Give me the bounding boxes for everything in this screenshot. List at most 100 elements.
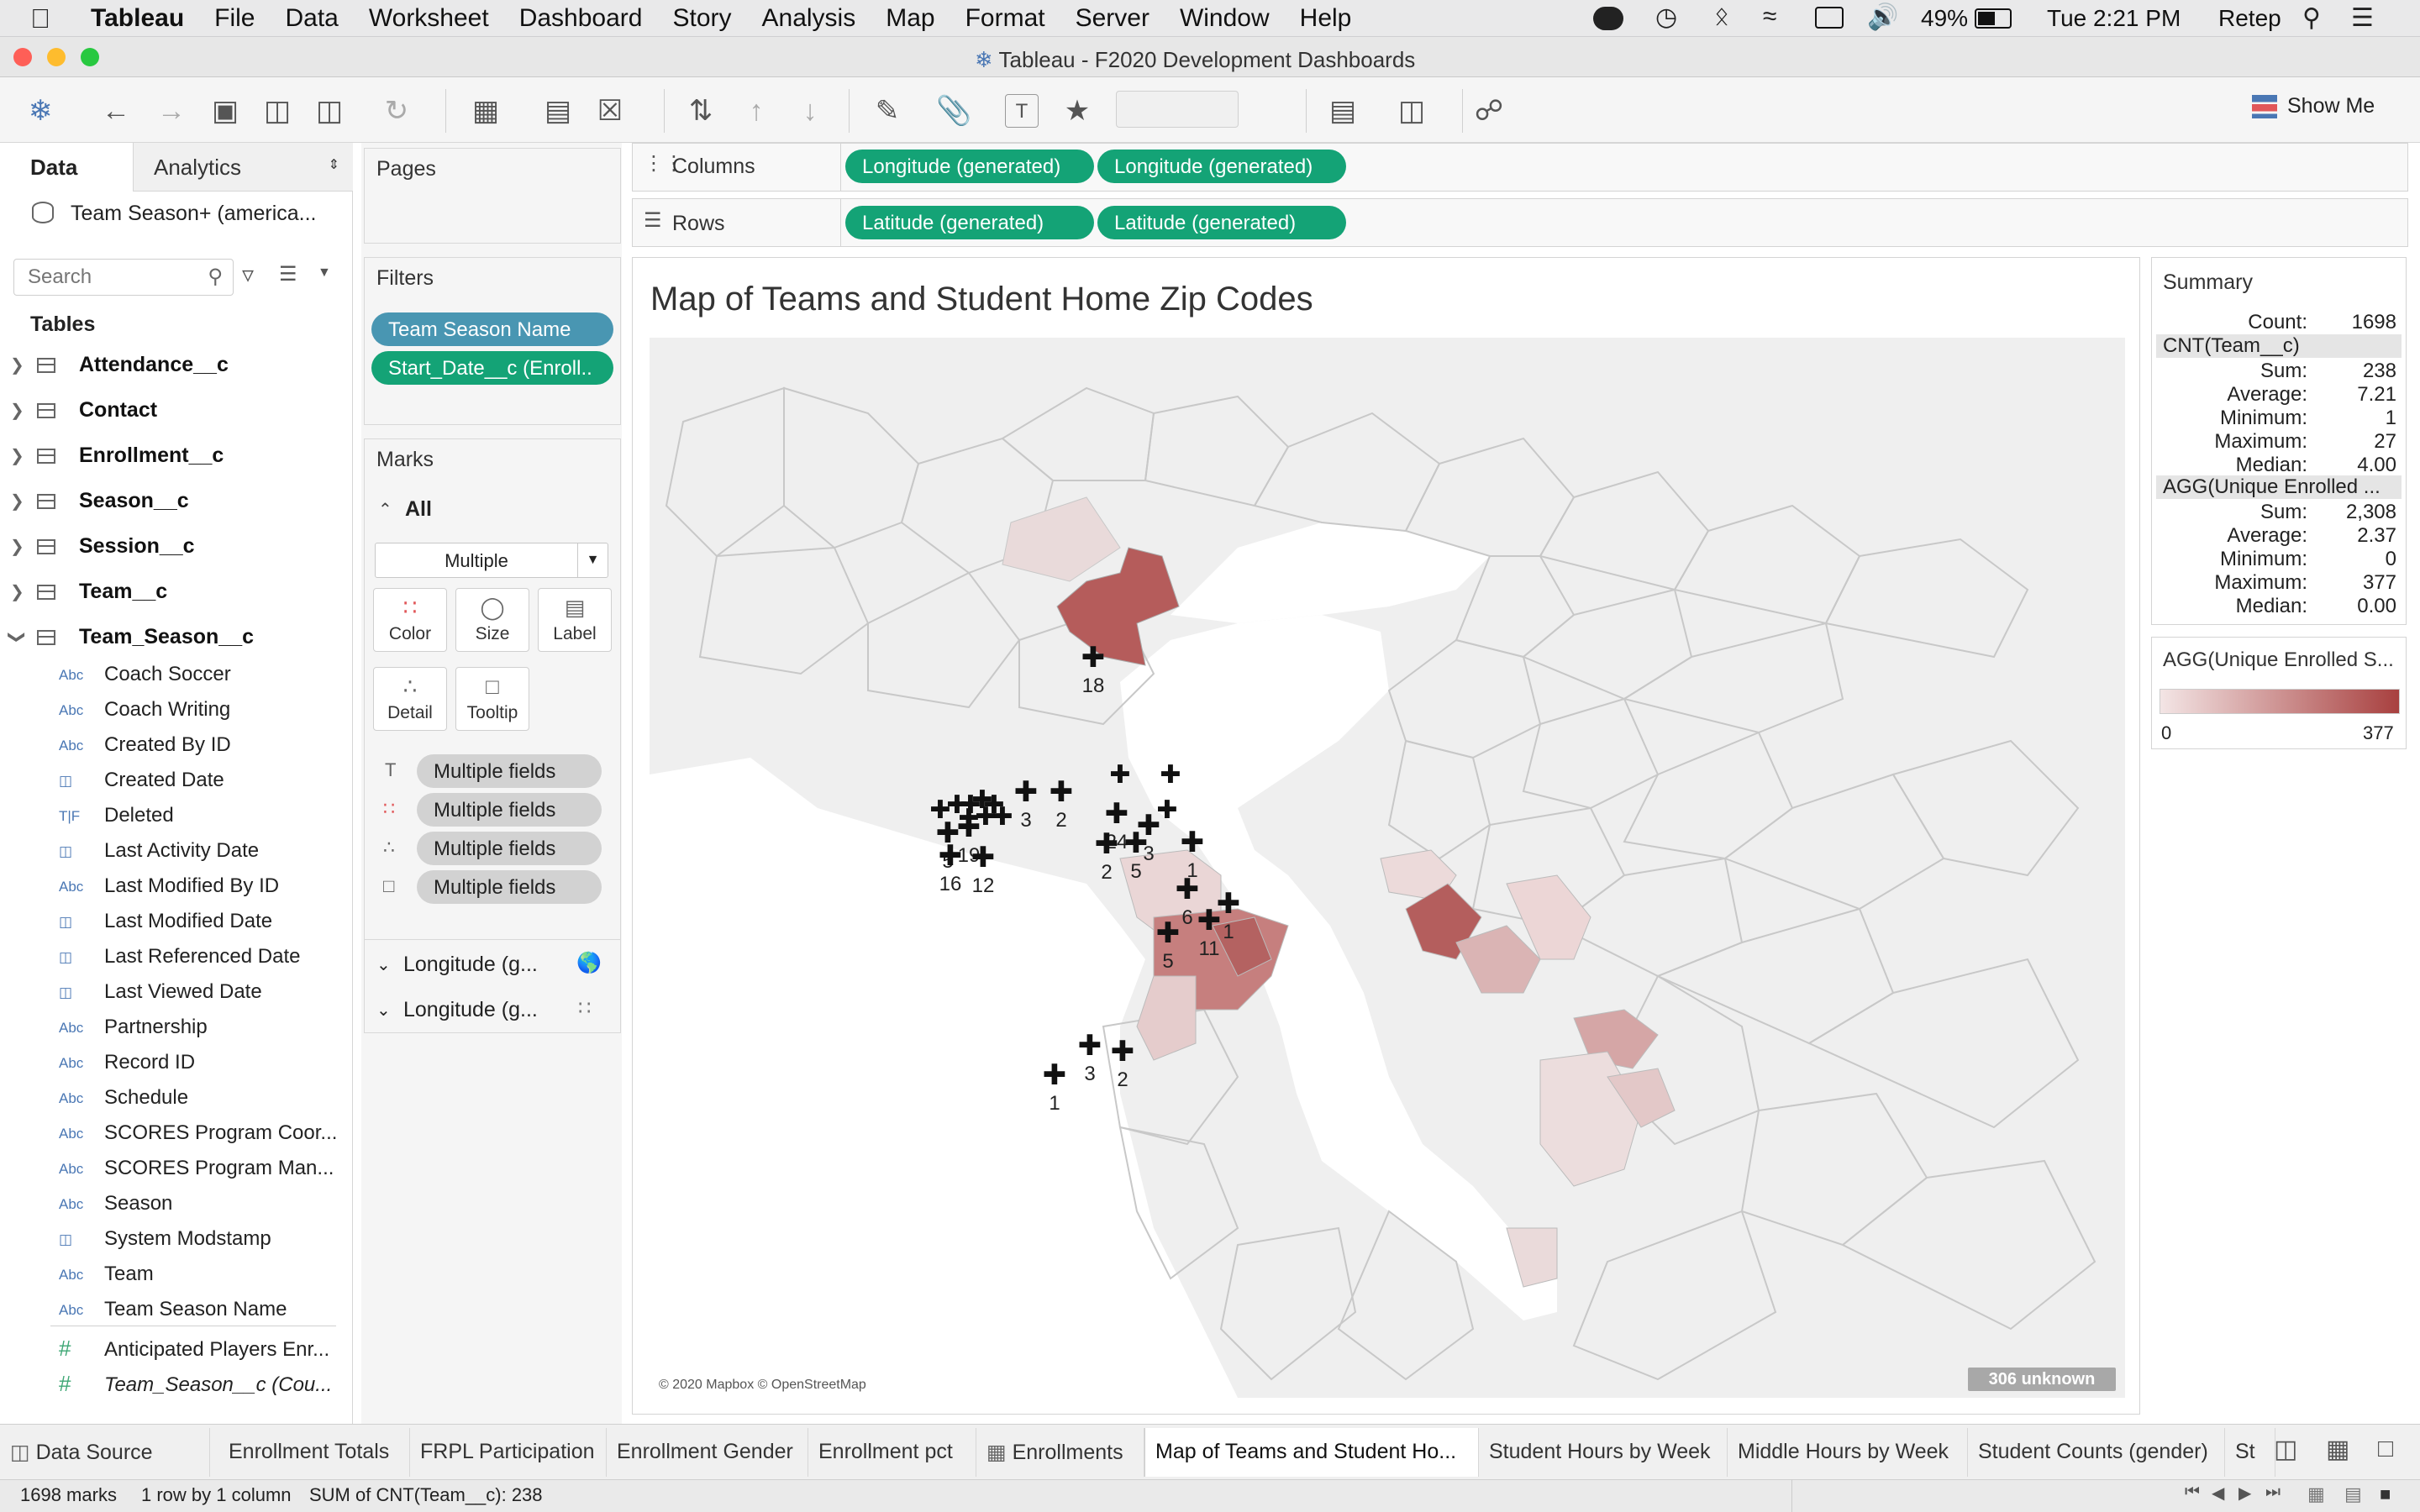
team-marker-cross-icon[interactable]: ✚: [1078, 1029, 1102, 1063]
team-marker-cross-icon[interactable]: ✚: [1176, 873, 1200, 906]
tab-enrollment-pct[interactable]: Enrollment pct: [808, 1428, 976, 1477]
menu-app-name[interactable]: Tableau: [91, 4, 184, 33]
table-item-attendance[interactable]: ❯ Attendance__c: [0, 348, 353, 383]
wifi-icon[interactable]: ≈: [1763, 3, 1776, 31]
table-item-season[interactable]: ❯ Season__c: [0, 484, 353, 519]
field-item[interactable]: Abc Team: [0, 1257, 353, 1292]
team-marker-cross-icon[interactable]: ✚: [1111, 1035, 1135, 1068]
field-item[interactable]: ◫ System Modstamp: [0, 1221, 353, 1257]
team-marker-cross-icon[interactable]: ✚: [1156, 795, 1177, 825]
marks-field-pill[interactable]: Multiple fields: [417, 793, 602, 827]
share-icon[interactable]: ☍: [1472, 94, 1506, 128]
field-item[interactable]: # Anticipated Players Enr...: [0, 1332, 353, 1368]
fix-axes-icon[interactable]: ★: [1060, 94, 1094, 128]
window-close-button[interactable]: [13, 48, 32, 66]
redo-icon[interactable]: →: [155, 94, 188, 128]
team-marker-cross-icon[interactable]: ✚: [1014, 775, 1039, 809]
fit-dropdown[interactable]: [1116, 91, 1239, 128]
rows-pill-1[interactable]: Latitude (generated): [845, 206, 1094, 239]
highlight-icon[interactable]: ✎: [871, 94, 904, 128]
table-item-session[interactable]: ❯ Session__c: [0, 529, 353, 564]
team-marker-cross-icon[interactable]: ✚: [1197, 904, 1222, 937]
new-story-tab-icon[interactable]: □: [2378, 1435, 2393, 1463]
field-item[interactable]: ◫ Last Activity Date: [0, 833, 353, 869]
new-worksheet-icon[interactable]: ▦: [469, 94, 502, 128]
field-item[interactable]: Abc SCORES Program Man...: [0, 1151, 353, 1186]
tabs-view-icon[interactable]: ■: [2380, 1483, 2391, 1505]
filter-pill-start-date[interactable]: Start_Date__c (Enroll..: [371, 351, 613, 385]
team-marker[interactable]: ✚18: [1081, 641, 1106, 697]
menu-data[interactable]: Data: [285, 4, 338, 33]
field-item[interactable]: Abc Team Season Name: [0, 1292, 353, 1327]
expand-chevron-icon[interactable]: ❯: [10, 354, 24, 375]
marks-detail-button[interactable]: ∴ Detail: [373, 667, 447, 731]
show-cards-icon[interactable]: ▤: [1326, 94, 1360, 128]
expand-chevron-icon[interactable]: ❯: [10, 445, 24, 466]
menu-worksheet[interactable]: Worksheet: [369, 4, 489, 33]
marks-color-button[interactable]: ∷ Color: [373, 588, 447, 652]
team-marker-cross-icon[interactable]: ✚: [1156, 916, 1181, 950]
marks-layer-1[interactable]: Longitude (g...: [403, 953, 538, 977]
tab-enrollment-gender[interactable]: Enrollment Gender: [607, 1428, 808, 1477]
show-mark-labels-icon[interactable]: T: [1005, 94, 1039, 128]
search-field[interactable]: ⚲: [13, 259, 234, 296]
first-page-icon[interactable]: ⏮: [2185, 1483, 2200, 1502]
field-item[interactable]: ◫ Last Viewed Date: [0, 974, 353, 1010]
menu-dashboard[interactable]: Dashboard: [519, 4, 643, 33]
tab-enrollments[interactable]: ▦ Enrollments: [976, 1428, 1144, 1477]
field-item[interactable]: T|F Deleted: [0, 798, 353, 833]
table-item-team-season[interactable]: ❯ Team_Season__c: [0, 620, 353, 655]
menu-analysis[interactable]: Analysis: [762, 4, 856, 33]
time-machine-icon[interactable]: ◷: [1655, 3, 1677, 32]
team-marker-cross-icon[interactable]: ✚: [1124, 827, 1149, 860]
menu-file[interactable]: File: [214, 4, 255, 33]
team-marker[interactable]: ✚16: [939, 839, 963, 895]
menu-window[interactable]: Window: [1180, 4, 1270, 33]
field-item[interactable]: Abc Coach Writing: [0, 692, 353, 727]
menubar-user[interactable]: Retep: [2218, 5, 2281, 32]
keyboard-input-icon[interactable]: [1815, 7, 1844, 29]
tab-student-counts-gender[interactable]: Student Counts (gender): [1968, 1428, 2225, 1477]
menu-map[interactable]: Map: [886, 4, 934, 33]
marks-all-label[interactable]: All: [405, 497, 432, 522]
presentation-mode-icon[interactable]: ◫: [1395, 94, 1428, 128]
marks-label-button[interactable]: ▤ Label: [538, 588, 612, 652]
new-datasource-icon[interactable]: ◫: [260, 94, 294, 128]
view-options-chevron-icon[interactable]: ▼: [318, 265, 331, 281]
window-zoom-button[interactable]: [81, 48, 99, 66]
team-marker-cross-icon[interactable]: ✚: [1095, 827, 1119, 861]
marks-field-pill[interactable]: Multiple fields: [417, 754, 602, 788]
tab-map-of-teams[interactable]: Map of Teams and Student Ho...: [1144, 1428, 1479, 1477]
team-marker-cross-icon[interactable]: ✚: [939, 839, 963, 873]
tab-data-source[interactable]: ◫ Data Source: [0, 1428, 210, 1477]
team-marker-cross-icon[interactable]: ✚: [1105, 797, 1129, 831]
tab-data[interactable]: Data: [0, 143, 133, 192]
team-marker-cross-icon[interactable]: ✚: [1160, 760, 1181, 790]
menubar-clock[interactable]: Tue 2:21 PM: [2047, 5, 2181, 32]
window-minimize-button[interactable]: [47, 48, 66, 66]
tab-overflow[interactable]: St: [2225, 1428, 2275, 1477]
expand-chevron-icon[interactable]: ❯: [10, 491, 24, 512]
columns-pill-2[interactable]: Longitude (generated): [1097, 150, 1346, 183]
collapse-chevron-icon[interactable]: ❯: [7, 630, 28, 644]
new-dashboard-tab-icon[interactable]: ▦: [2326, 1435, 2349, 1464]
team-marker-cross-icon[interactable]: ✚: [1109, 760, 1130, 790]
field-item[interactable]: ◫ Created Date: [0, 763, 353, 798]
undo-icon[interactable]: ←: [99, 94, 133, 128]
view-options-icon[interactable]: ☰: [279, 262, 297, 286]
tableau-logo-icon[interactable]: ❄: [24, 94, 57, 128]
apple-icon[interactable]: : [30, 3, 50, 34]
field-item[interactable]: # Team_Season__c (Cou...: [0, 1368, 353, 1403]
expand-chevron-icon[interactable]: ❯: [10, 400, 24, 421]
table-item-contact[interactable]: ❯ Contact: [0, 393, 353, 428]
team-marker-cross-icon[interactable]: ✚: [1081, 641, 1106, 675]
new-worksheet-tab-icon[interactable]: ◫: [2274, 1435, 2297, 1464]
show-me-button[interactable]: Show Me: [2252, 94, 2375, 118]
field-item[interactable]: Abc Record ID: [0, 1045, 353, 1080]
unknown-values-badge[interactable]: 306 unknown: [1968, 1368, 2116, 1391]
menu-help[interactable]: Help: [1300, 4, 1352, 33]
field-item[interactable]: ◫ Last Modified Date: [0, 904, 353, 939]
team-marker[interactable]: ✚12: [971, 841, 996, 897]
mark-type-dropdown[interactable]: Multiple ▼: [375, 543, 608, 578]
search-input[interactable]: [14, 260, 199, 295]
